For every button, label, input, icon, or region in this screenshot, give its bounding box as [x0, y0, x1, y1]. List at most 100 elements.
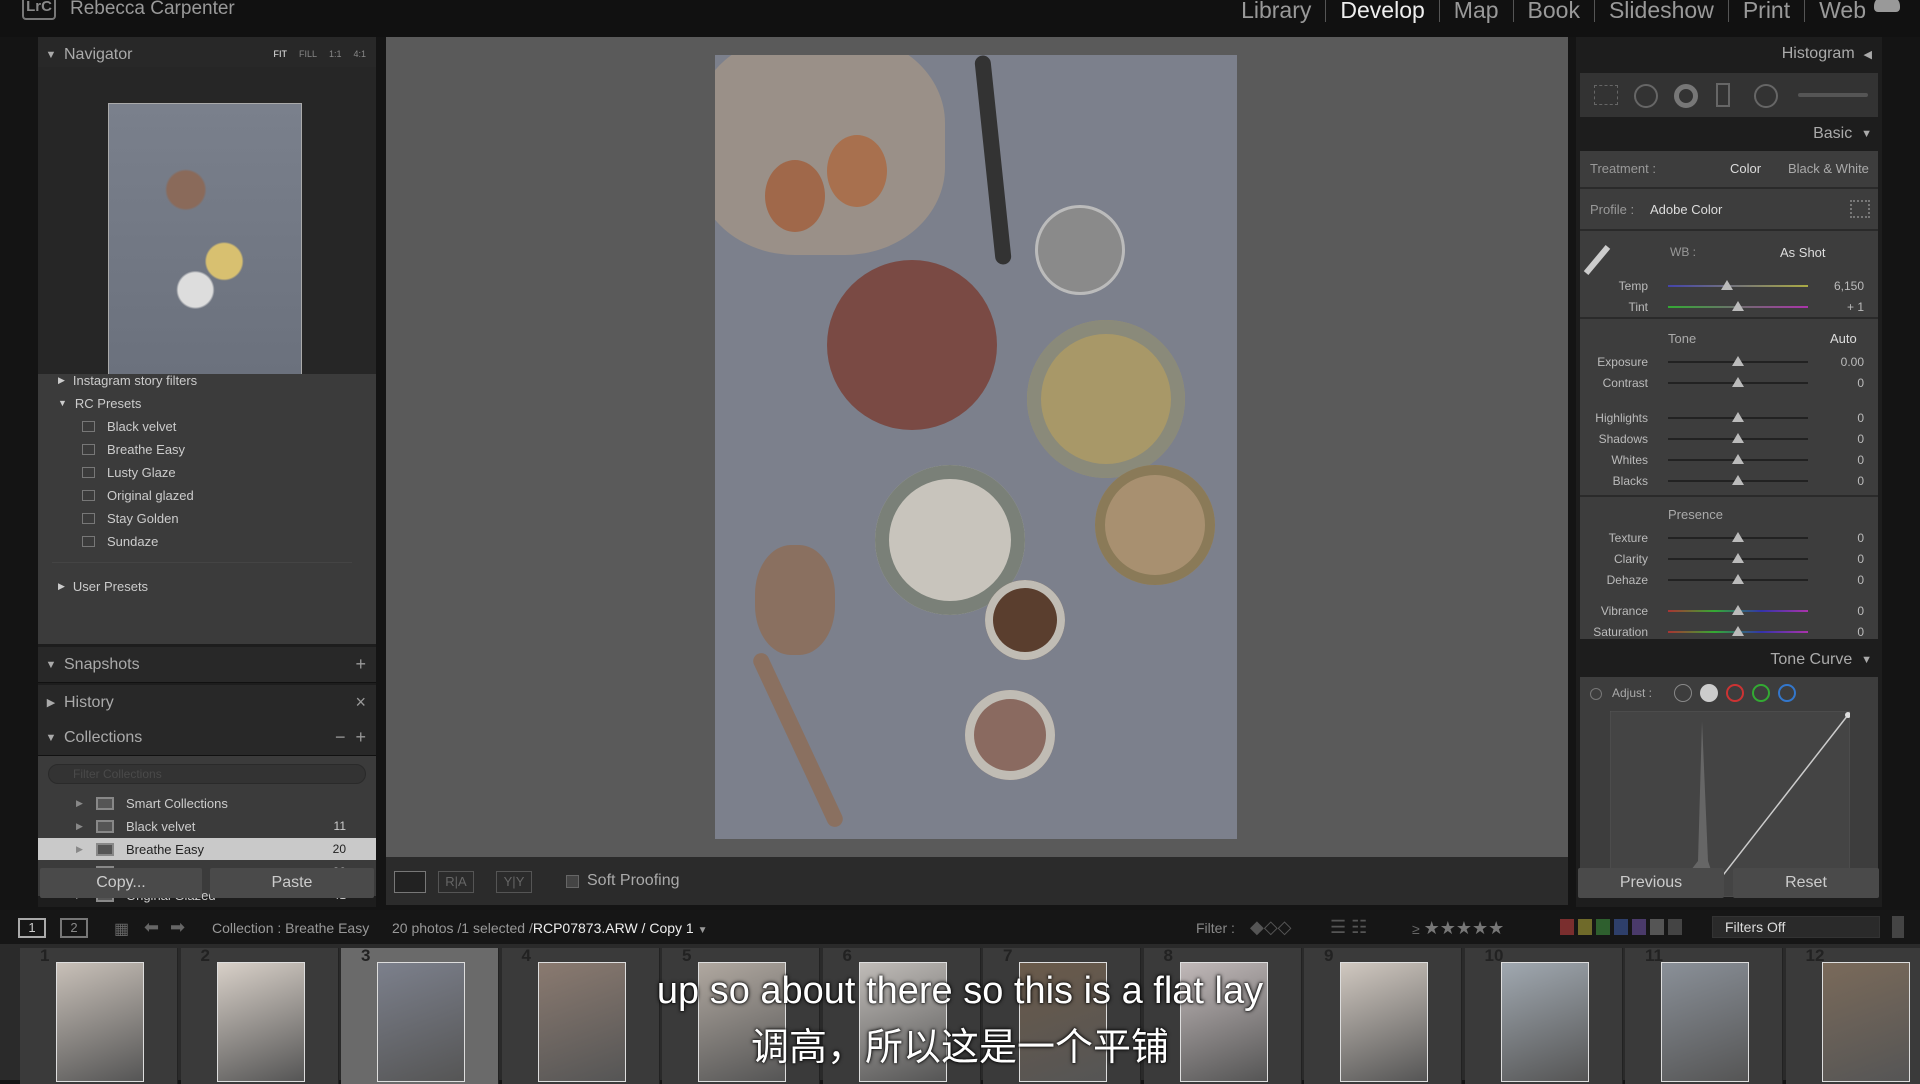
back-arrow-icon[interactable]: ⬅: [144, 917, 159, 938]
preset-group[interactable]: ▶ User Presets: [58, 576, 148, 596]
wb-eyedropper-icon[interactable]: [1584, 245, 1610, 275]
preset-item[interactable]: Black velvet: [82, 416, 176, 436]
wb-select[interactable]: As Shot: [1780, 245, 1826, 260]
color-label-swatch[interactable]: [1596, 919, 1610, 935]
slider-value[interactable]: 0: [1857, 376, 1864, 390]
slider-track[interactable]: [1668, 285, 1808, 287]
slider-texture[interactable]: Texture0: [1580, 529, 1878, 547]
previous-button[interactable]: Previous: [1578, 868, 1724, 898]
color-label-swatch[interactable]: [1614, 919, 1628, 935]
spot-removal-icon[interactable]: [1634, 84, 1658, 108]
expand-icon[interactable]: ▶: [76, 844, 83, 855]
slider-thumb[interactable]: [1732, 433, 1744, 443]
expand-icon[interactable]: ▶: [76, 821, 83, 832]
radial-filter-icon[interactable]: [1754, 84, 1778, 108]
history-header[interactable]: ▶History×: [38, 685, 376, 721]
slider-thumb[interactable]: [1732, 626, 1744, 636]
slider-thumb[interactable]: [1732, 301, 1744, 311]
slider-whites[interactable]: Whites0: [1580, 451, 1878, 469]
module-print[interactable]: Print: [1729, 0, 1805, 22]
slider-value[interactable]: 6,150: [1834, 279, 1864, 293]
basic-header[interactable]: Basic ▼: [1576, 117, 1882, 151]
blue-channel-icon[interactable]: [1778, 684, 1796, 702]
module-slideshow[interactable]: Slideshow: [1595, 0, 1729, 22]
slider-value[interactable]: 0: [1857, 573, 1864, 587]
slider-value[interactable]: 0: [1857, 432, 1864, 446]
slider-value[interactable]: 0: [1857, 531, 1864, 545]
module-web[interactable]: Web: [1805, 0, 1880, 22]
slider-value[interactable]: + 1: [1847, 300, 1864, 314]
dropdown-icon[interactable]: ▼: [698, 925, 708, 936]
adjustment-brush-icon[interactable]: [1798, 93, 1868, 97]
add-collection-button[interactable]: +: [355, 727, 366, 747]
star-icon[interactable]: ★: [1456, 918, 1472, 938]
preset-item[interactable]: Breathe Easy: [82, 439, 185, 459]
slider-saturation[interactable]: Saturation0: [1580, 623, 1878, 641]
parametric-curve-icon[interactable]: [1674, 684, 1692, 702]
navigator-preview[interactable]: [108, 103, 302, 391]
profile-select[interactable]: Adobe Color: [1650, 202, 1722, 217]
red-channel-icon[interactable]: [1726, 684, 1744, 702]
slider-thumb[interactable]: [1732, 553, 1744, 563]
color-label-swatch[interactable]: [1578, 919, 1592, 935]
slider-value[interactable]: 0: [1857, 474, 1864, 488]
color-label-swatch[interactable]: [1650, 919, 1664, 935]
paste-button[interactable]: Paste: [210, 868, 374, 898]
collection-item[interactable]: Breathe Easy20▶: [38, 838, 376, 860]
star-icon[interactable]: ★: [1440, 918, 1456, 938]
copy-button[interactable]: Copy...: [40, 868, 202, 898]
slider-thumb[interactable]: [1732, 412, 1744, 422]
slider-thumb[interactable]: [1732, 532, 1744, 542]
slider-thumb[interactable]: [1732, 605, 1744, 615]
zoom-option[interactable]: 4:1: [353, 49, 366, 59]
forward-arrow-icon[interactable]: ➡: [170, 917, 185, 938]
color-label-swatch[interactable]: [1632, 919, 1646, 935]
filename[interactable]: RCP07873.ARW / Copy 1: [533, 920, 694, 936]
filter-collections-input[interactable]: Filter Collections: [48, 764, 366, 784]
collections-header[interactable]: ▼Collections− +: [38, 720, 376, 756]
rating-operator[interactable]: ≥: [1412, 921, 1420, 937]
grid-view-icon[interactable]: ▦: [114, 919, 129, 939]
collection-actions[interactable]: − +: [335, 727, 366, 748]
slider-vibrance[interactable]: Vibrance0: [1580, 602, 1878, 620]
slider-value[interactable]: 0: [1857, 453, 1864, 467]
auto-tone-button[interactable]: Auto: [1830, 331, 1857, 346]
slider-exposure[interactable]: Exposure0.00: [1580, 353, 1878, 371]
red-eye-icon[interactable]: [1674, 84, 1698, 108]
slider-value[interactable]: 0: [1857, 552, 1864, 566]
slider-thumb[interactable]: [1732, 574, 1744, 584]
zoom-option[interactable]: FIT: [273, 49, 287, 59]
slider-value[interactable]: 0: [1857, 411, 1864, 425]
before-after-split-button[interactable]: Y|Y: [496, 871, 532, 893]
slider-thumb[interactable]: [1732, 454, 1744, 464]
filter-lock-icon[interactable]: [1892, 916, 1904, 938]
loupe-view-button[interactable]: [394, 871, 426, 893]
slider-value[interactable]: 0: [1857, 604, 1864, 618]
slider-thumb[interactable]: [1732, 475, 1744, 485]
add-snapshot-button[interactable]: +: [355, 654, 366, 675]
slider-blacks[interactable]: Blacks0: [1580, 472, 1878, 490]
slider-highlights[interactable]: Highlights0: [1580, 409, 1878, 427]
slider-contrast[interactable]: Contrast0: [1580, 374, 1878, 392]
slider-shadows[interactable]: Shadows0: [1580, 430, 1878, 448]
preset-item[interactable]: Stay Golden: [82, 508, 179, 528]
main-photo[interactable]: [715, 55, 1237, 839]
module-develop[interactable]: Develop: [1326, 0, 1439, 22]
soft-proofing-checkbox[interactable]: [566, 875, 579, 888]
second-window-button[interactable]: 2: [60, 918, 88, 938]
cloud-icon[interactable]: [1874, 0, 1900, 12]
module-library[interactable]: Library: [1227, 0, 1326, 22]
color-label-swatch[interactable]: [1560, 919, 1574, 935]
slider-tint[interactable]: Tint+ 1: [1580, 298, 1878, 316]
star-icon[interactable]: ★: [1424, 918, 1440, 938]
expand-icon[interactable]: ▶: [76, 798, 83, 809]
reset-button[interactable]: Reset: [1733, 868, 1879, 898]
crop-icon[interactable]: [1594, 85, 1618, 105]
module-book[interactable]: Book: [1514, 0, 1595, 22]
preset-group[interactable]: ▶ Instagram story filters: [58, 370, 197, 390]
collection-item[interactable]: Smart Collections▶: [38, 792, 376, 814]
remove-collection-button[interactable]: −: [335, 727, 346, 747]
slider-clarity[interactable]: Clarity0: [1580, 550, 1878, 568]
star-icon[interactable]: ★: [1488, 918, 1504, 938]
slider-thumb[interactable]: [1732, 356, 1744, 366]
